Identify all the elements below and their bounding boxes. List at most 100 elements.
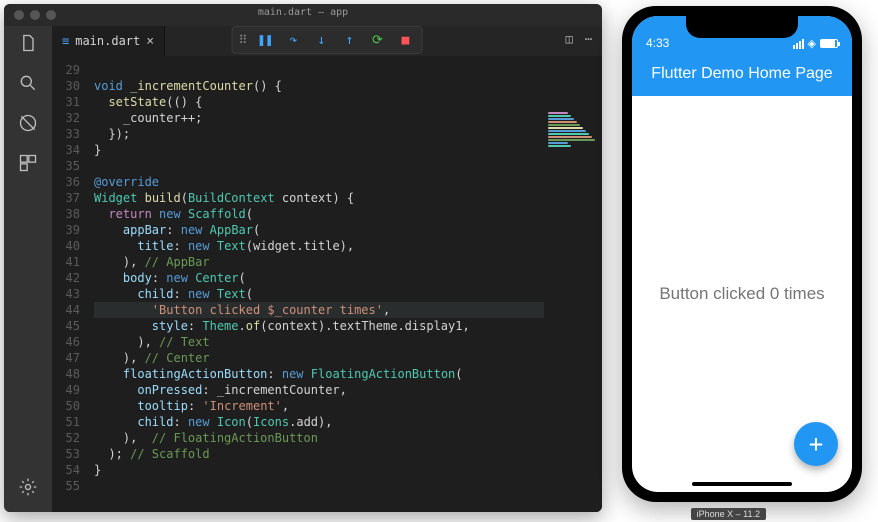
- line-number: 52: [52, 430, 80, 446]
- line-number: 45: [52, 318, 80, 334]
- code-line[interactable]: return new Scaffold(: [94, 206, 602, 222]
- app-bar: Flutter Demo Home Page: [632, 52, 852, 96]
- code-line[interactable]: setState(() {: [94, 94, 602, 110]
- settings-gear-icon[interactable]: [17, 476, 39, 498]
- restart-icon[interactable]: ⟳: [367, 30, 387, 50]
- iphone-simulator: 4:33 ◈ Flutter Demo Home Page Button cli…: [622, 6, 862, 502]
- tab-main-dart[interactable]: ≡ main.dart ×: [52, 26, 165, 56]
- explorer-icon[interactable]: [17, 32, 39, 54]
- wifi-icon: ◈: [808, 37, 816, 50]
- line-number: 38: [52, 206, 80, 222]
- home-indicator[interactable]: [692, 482, 792, 486]
- code-line[interactable]: body: new Center(: [94, 270, 602, 286]
- minimap-line: [548, 133, 589, 135]
- code-line[interactable]: _counter++;: [94, 110, 602, 126]
- line-number: 39: [52, 222, 80, 238]
- minimap-line: [548, 142, 568, 144]
- code-line[interactable]: [94, 158, 602, 174]
- line-number: 34: [52, 142, 80, 158]
- code-content[interactable]: void _incrementCounter() { setState(() {…: [86, 56, 602, 512]
- simulator-device-label: iPhone X – 11.2: [691, 508, 766, 520]
- pause-icon[interactable]: ❚❚: [255, 30, 275, 50]
- counter-text: Button clicked 0 times: [659, 284, 824, 304]
- close-tab-icon[interactable]: ×: [146, 34, 154, 49]
- code-line[interactable]: [94, 478, 602, 494]
- code-line[interactable]: ); // Scaffold: [94, 446, 602, 462]
- line-number: 53: [52, 446, 80, 462]
- line-number: 55: [52, 478, 80, 494]
- code-line[interactable]: }: [94, 142, 602, 158]
- minimap[interactable]: [544, 108, 602, 512]
- line-number: 46: [52, 334, 80, 350]
- code-line[interactable]: child: new Icon(Icons.add),: [94, 414, 602, 430]
- code-line[interactable]: 'Button clicked $_counter times',: [94, 302, 602, 318]
- code-line[interactable]: @override: [94, 174, 602, 190]
- close-window-icon[interactable]: [14, 10, 24, 20]
- line-number: 32: [52, 110, 80, 126]
- drag-handle-icon[interactable]: ⠿: [239, 33, 248, 47]
- line-number: 36: [52, 174, 80, 190]
- debug-toolbar[interactable]: ⠿ ❚❚ ↷ ↓ ↑ ⟳ ■: [232, 26, 423, 54]
- code-line[interactable]: ), // FloatingActionButton: [94, 430, 602, 446]
- line-number: 48: [52, 366, 80, 382]
- editor-actions: ◫ ⋯: [566, 32, 592, 46]
- code-line[interactable]: floatingActionButton: new FloatingAction…: [94, 366, 602, 382]
- code-line[interactable]: [94, 62, 602, 78]
- code-line[interactable]: Widget build(BuildContext context) {: [94, 190, 602, 206]
- window-title: main.dart — app: [258, 7, 348, 18]
- battery-icon: [820, 39, 838, 48]
- more-actions-icon[interactable]: ⋯: [585, 32, 592, 46]
- minimize-window-icon[interactable]: [30, 10, 40, 20]
- minimap-line: [548, 127, 583, 129]
- step-over-icon[interactable]: ↷: [283, 30, 303, 50]
- line-number: 50: [52, 398, 80, 414]
- titlebar: main.dart — app: [4, 4, 602, 26]
- line-number: 33: [52, 126, 80, 142]
- line-number: 29: [52, 62, 80, 78]
- activity-bar: [4, 4, 52, 512]
- app-bar-title: Flutter Demo Home Page: [651, 65, 832, 83]
- line-number: 42: [52, 270, 80, 286]
- line-number: 31: [52, 94, 80, 110]
- line-number: 41: [52, 254, 80, 270]
- code-line[interactable]: }: [94, 462, 602, 478]
- floating-action-button[interactable]: +: [794, 422, 838, 466]
- status-time: 4:33: [646, 36, 669, 50]
- minimap-line: [548, 118, 574, 120]
- split-editor-icon[interactable]: ◫: [566, 32, 573, 46]
- step-out-icon[interactable]: ↑: [339, 30, 359, 50]
- zoom-window-icon[interactable]: [46, 10, 56, 20]
- debug-icon[interactable]: [17, 112, 39, 134]
- line-number-gutter: 2930313233343536373839404142434445464748…: [52, 56, 86, 512]
- code-line[interactable]: });: [94, 126, 602, 142]
- code-area[interactable]: 2930313233343536373839404142434445464748…: [52, 56, 602, 512]
- code-line[interactable]: child: new Text(: [94, 286, 602, 302]
- search-icon[interactable]: [17, 72, 39, 94]
- step-into-icon[interactable]: ↓: [311, 30, 331, 50]
- code-line[interactable]: ), // Text: [94, 334, 602, 350]
- minimap-line: [548, 136, 592, 138]
- signal-icon: [793, 39, 804, 49]
- stop-icon[interactable]: ■: [395, 30, 415, 50]
- line-number: 40: [52, 238, 80, 254]
- code-line[interactable]: appBar: new AppBar(: [94, 222, 602, 238]
- minimap-line: [548, 139, 595, 141]
- line-number: 37: [52, 190, 80, 206]
- vscode-window: main.dart — app ≡ main.dart ×: [4, 4, 602, 512]
- code-line[interactable]: tooltip: 'Increment',: [94, 398, 602, 414]
- code-line[interactable]: ), // AppBar: [94, 254, 602, 270]
- window-controls: [4, 10, 56, 20]
- code-line[interactable]: void _incrementCounter() {: [94, 78, 602, 94]
- code-line[interactable]: ), // Center: [94, 350, 602, 366]
- minimap-line: [548, 145, 571, 147]
- code-line[interactable]: style: Theme.of(context).textTheme.displ…: [94, 318, 602, 334]
- line-number: 51: [52, 414, 80, 430]
- minimap-line: [548, 115, 571, 117]
- extensions-icon[interactable]: [17, 152, 39, 174]
- dart-file-icon: ≡: [62, 34, 69, 48]
- tab-filename: main.dart: [75, 34, 140, 48]
- editor-group: ≡ main.dart × ⠿ ❚❚ ↷ ↓ ↑ ⟳ ■ ◫ ⋯ 2930313…: [52, 4, 602, 512]
- minimap-line: [548, 121, 577, 123]
- code-line[interactable]: onPressed: _incrementCounter,: [94, 382, 602, 398]
- code-line[interactable]: title: new Text(widget.title),: [94, 238, 602, 254]
